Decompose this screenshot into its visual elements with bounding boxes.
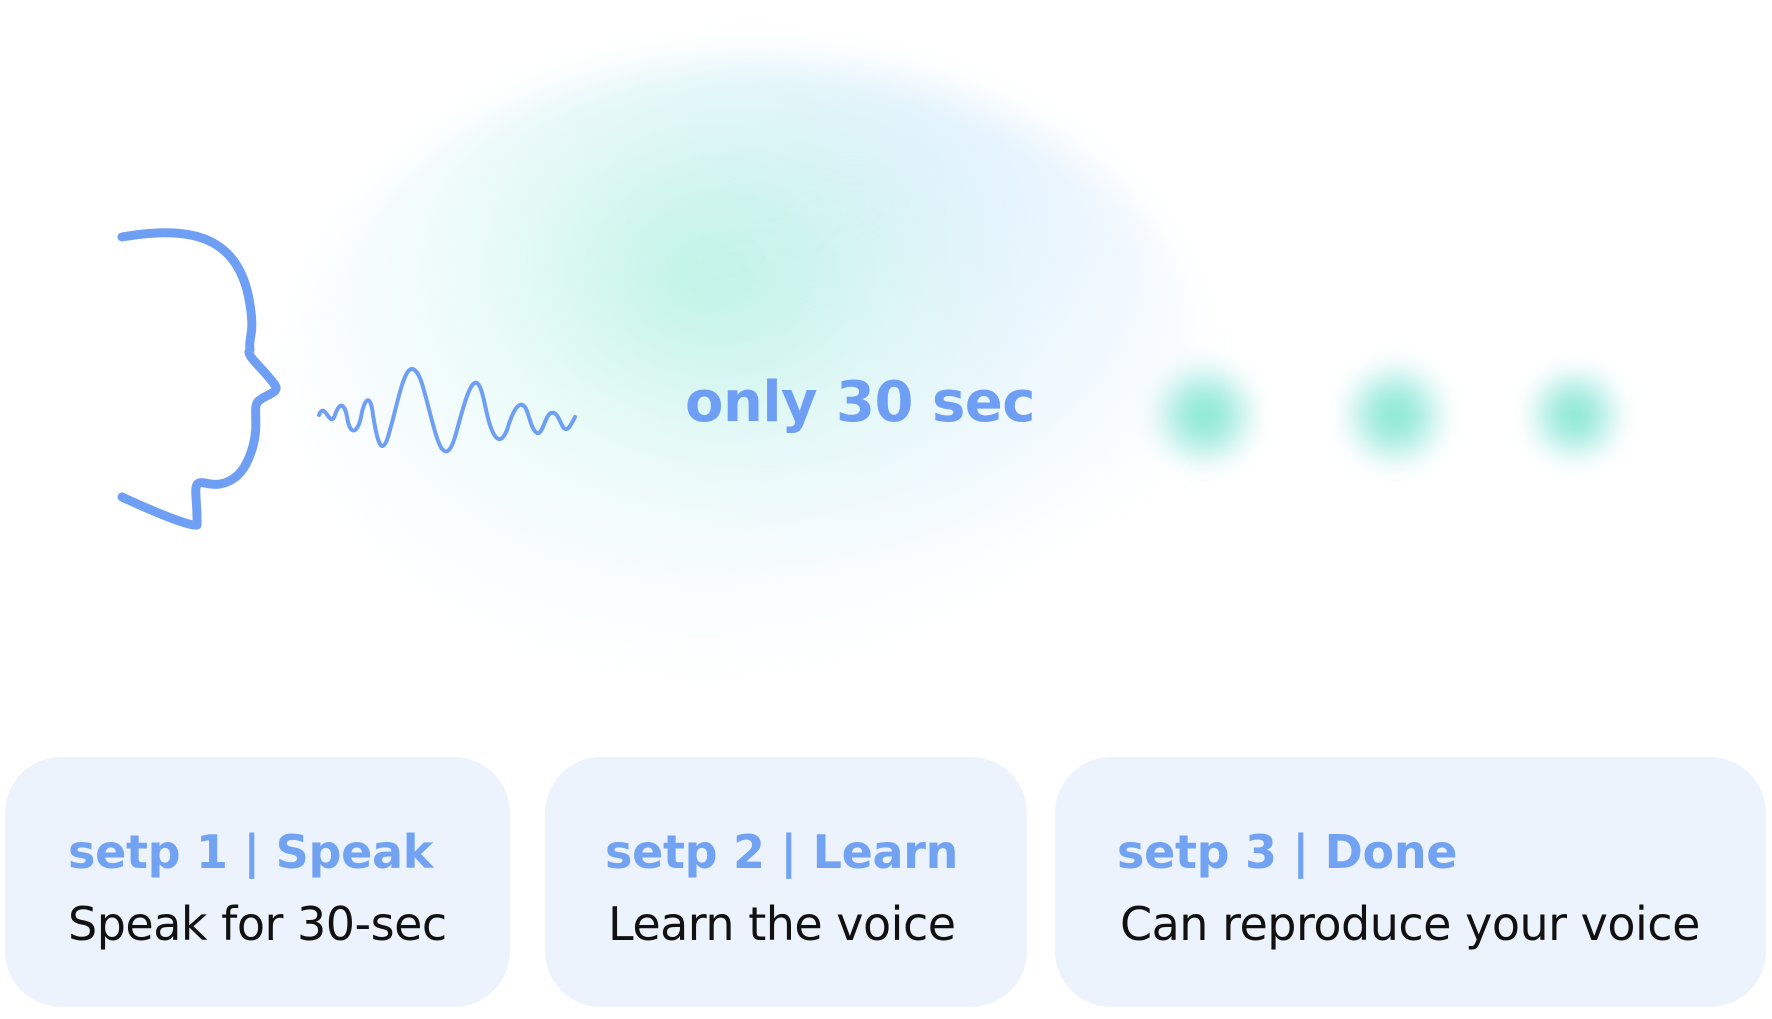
head-profile-icon [110,225,290,535]
step-card-2: setp 2 | Learn Learn the voice [545,757,1027,1007]
sound-wave-icon [315,355,605,465]
step-title: setp 3 | Done [1117,825,1458,879]
step-card-3: setp 3 | Done Can reproduce your voice [1055,757,1766,1007]
step-card-1: setp 1 | Speak Speak for 30-sec [5,757,510,1007]
step-description: Learn the voice [608,897,956,951]
step-title: setp 1 | Speak [68,825,434,879]
step-description: Speak for 30-sec [68,897,447,951]
step-description: Can reproduce your voice [1120,897,1700,951]
progress-dot [1340,360,1450,470]
progress-dot [1150,360,1260,470]
step-title: setp 2 | Learn [605,825,959,879]
headline-text: only 30 sec [685,370,1035,435]
progress-dot [1525,365,1625,465]
